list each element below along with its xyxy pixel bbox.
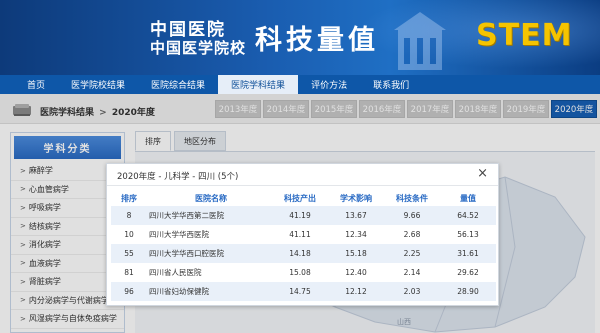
modal-header: 2020年度 - 儿科学 - 四川 (5个) × bbox=[107, 164, 498, 186]
building-icon bbox=[394, 12, 446, 70]
cell-hospital-name: 四川大学华西第二医院 bbox=[147, 206, 272, 225]
table-row: 10 四川大学华西医院 41.11 12.34 2.68 56.13 bbox=[111, 225, 496, 244]
nav-hospital-discipline[interactable]: 医院学科结果 bbox=[218, 75, 299, 94]
nav-evaluation-method[interactable]: 评价方法 bbox=[298, 75, 360, 94]
column-header-rank: 排序 bbox=[121, 193, 137, 203]
stem-logo: STEM bbox=[476, 18, 573, 53]
cell-impact: 15.18 bbox=[328, 244, 384, 263]
column-header-value: 量值 bbox=[460, 193, 476, 203]
cell-hospital-name: 四川省妇幼保健院 bbox=[147, 282, 272, 301]
cell-value: 31.61 bbox=[440, 244, 496, 263]
cell-impact: 12.34 bbox=[345, 230, 367, 239]
table-row: 55 四川大学华西口腔医院 14.18 15.18 2.25 31.61 bbox=[111, 244, 496, 263]
table-row: 8 四川大学华西第二医院 41.19 13.67 9.66 64.52 bbox=[111, 206, 496, 225]
cell-value: 64.52 bbox=[440, 206, 496, 225]
cell-output: 14.18 bbox=[272, 244, 328, 263]
column-header-output: 科技产出 bbox=[284, 193, 316, 203]
cell-conditions: 2.68 bbox=[403, 230, 421, 239]
column-header-impact: 学术影响 bbox=[340, 193, 372, 203]
cell-output: 14.75 bbox=[272, 282, 328, 301]
cell-rank: 81 bbox=[124, 268, 134, 277]
nav-medical-schools[interactable]: 医学院校结果 bbox=[58, 75, 138, 94]
cell-output: 41.19 bbox=[272, 206, 328, 225]
nav-home[interactable]: 首页 bbox=[0, 75, 58, 94]
column-header-hospital-name: 医院名称 bbox=[195, 193, 227, 203]
cell-conditions: 2.14 bbox=[403, 268, 421, 277]
cell-conditions: 9.66 bbox=[384, 206, 440, 225]
cell-value: 56.13 bbox=[457, 230, 479, 239]
cell-value: 28.90 bbox=[440, 282, 496, 301]
cell-rank: 8 bbox=[111, 206, 147, 225]
table-header-row: 排序 医院名称 科技产出 学术影响 科技条件 量值 bbox=[111, 190, 496, 206]
cell-conditions: 2.25 bbox=[384, 244, 440, 263]
ranking-modal: 2020年度 - 儿科学 - 四川 (5个) × 排序 医院名称 科技产出 学术… bbox=[106, 163, 499, 306]
cell-hospital-name: 四川省人民医院 bbox=[149, 268, 202, 277]
nav-hospital-overall[interactable]: 医院综合结果 bbox=[138, 75, 218, 94]
cell-rank: 55 bbox=[111, 244, 147, 263]
cell-output: 15.08 bbox=[289, 268, 311, 277]
cell-output: 41.11 bbox=[289, 230, 311, 239]
cell-impact: 12.40 bbox=[345, 268, 367, 277]
ranking-table: 排序 医院名称 科技产出 学术影响 科技条件 量值 8 四川大学华西第二医院 4… bbox=[111, 190, 496, 301]
table-row: 96 四川省妇幼保健院 14.75 12.12 2.03 28.90 bbox=[111, 282, 496, 301]
cell-hospital-name: 四川大学华西口腔医院 bbox=[147, 244, 272, 263]
logo-line2: 中国医学院校 bbox=[150, 39, 247, 57]
cell-impact: 13.67 bbox=[328, 206, 384, 225]
header-banner: 中国医院 中国医学院校 科技量值 STEM bbox=[0, 0, 600, 75]
column-header-conditions: 科技条件 bbox=[396, 193, 428, 203]
nav-contact[interactable]: 联系我们 bbox=[360, 75, 422, 94]
cell-value: 29.62 bbox=[457, 268, 479, 277]
cell-impact: 12.12 bbox=[328, 282, 384, 301]
close-icon[interactable]: × bbox=[477, 167, 488, 181]
cell-conditions: 2.03 bbox=[384, 282, 440, 301]
main-nav: 首页 医学院校结果 医院综合结果 医院学科结果 评价方法 联系我们 bbox=[0, 75, 600, 94]
table-row: 81 四川省人民医院 15.08 12.40 2.14 29.62 bbox=[111, 263, 496, 282]
brand-title: 科技量值 bbox=[255, 25, 379, 56]
cell-hospital-name: 四川大学华西医院 bbox=[149, 230, 209, 239]
cell-rank: 96 bbox=[111, 282, 147, 301]
modal-title: 2020年度 - 儿科学 - 四川 (5个) bbox=[117, 172, 239, 182]
cell-rank: 10 bbox=[124, 230, 134, 239]
